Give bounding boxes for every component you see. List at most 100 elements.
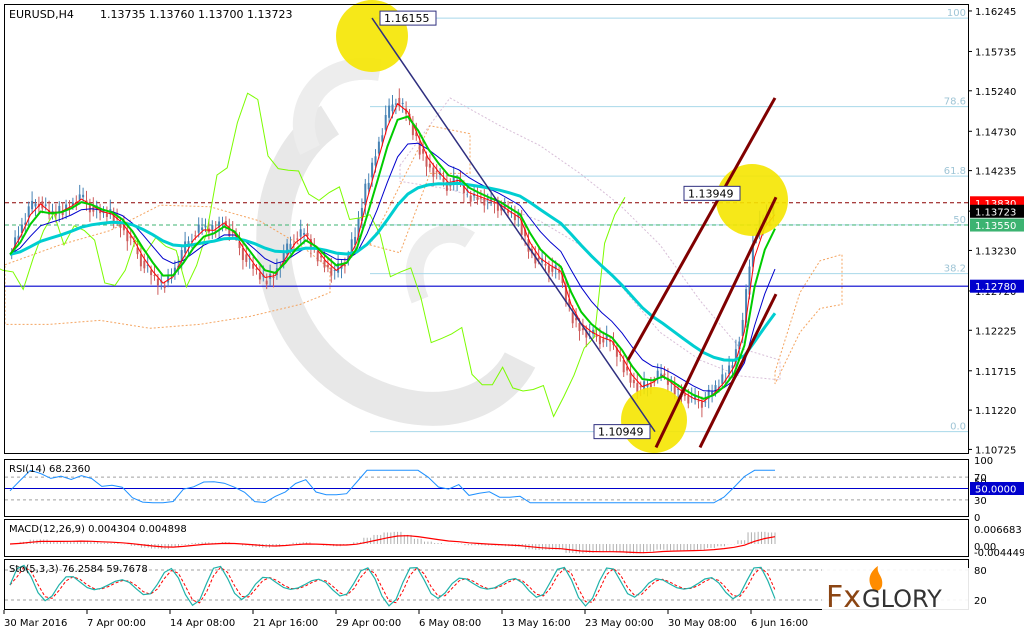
time-tick-label: 6 May 08:00 <box>419 618 481 629</box>
candle-body <box>513 215 516 221</box>
chart-symbol: EURUSD,H4 <box>9 8 74 21</box>
time-tick-label: 6 Jun 16:00 <box>751 618 808 629</box>
candle-body <box>598 337 601 345</box>
candle-body <box>697 400 700 402</box>
macd-label: MACD(12,26,9) 0.004304 0.004898 <box>9 524 187 535</box>
annotation-price: 1.10949 <box>598 426 644 439</box>
candle-body <box>54 213 57 216</box>
price-tick-label: 1.12225 <box>975 326 1016 337</box>
candle-body <box>34 203 37 207</box>
fxglory-logo: Fx GLORY <box>822 566 970 615</box>
time-tick-label: 30 Mar 2016 <box>4 618 67 629</box>
logo-glory-text: GLORY <box>862 585 942 613</box>
candle-body <box>326 264 329 268</box>
candle-body <box>323 260 326 268</box>
fib-level-label: 50 <box>953 215 966 226</box>
candle-body <box>435 171 438 173</box>
rsi-tick-label: 100 <box>974 456 993 467</box>
sto-tick-label: 20 <box>974 596 987 607</box>
candle-body <box>544 263 547 266</box>
macd-tick-label: -0.004449 <box>974 548 1024 559</box>
candle-body <box>649 384 652 388</box>
price-tick-label: 1.13230 <box>975 246 1016 257</box>
candle-body <box>265 280 268 285</box>
candle-body <box>391 104 394 112</box>
fib-level-label: 78.6 <box>944 97 966 108</box>
candle-body <box>44 204 47 206</box>
candle-body <box>547 265 550 273</box>
fib-level-label: 61.8 <box>944 166 966 177</box>
price-tick-label: 1.15735 <box>975 47 1016 58</box>
sto-label: Sto(5,3,3) 76.2584 59.7678 <box>9 564 148 575</box>
candle-body <box>371 162 374 178</box>
candle-body <box>204 225 207 228</box>
candle-body <box>31 200 34 210</box>
chart-ohlc: 1.13735 1.13760 1.13700 1.13723 <box>100 8 292 21</box>
price-tag-label: 1.12780 <box>975 282 1016 293</box>
candle-body <box>241 248 244 260</box>
candle-body <box>82 194 85 198</box>
candle-body <box>156 278 159 286</box>
candle-body <box>126 230 129 242</box>
time-tick-label: 30 May 08:00 <box>668 618 737 629</box>
eurusd-chart: 100 78.6 61.8 50 38.2 0.0 1.16155 1.13949 1.109… <box>0 0 1024 636</box>
candle-body <box>629 373 632 383</box>
time-tick-label: 23 May 00:00 <box>585 618 654 629</box>
candle-body <box>704 401 707 403</box>
candle-body <box>163 286 166 289</box>
price-tick-label: 1.15240 <box>975 87 1016 98</box>
price-tick-label: 1.16245 <box>975 7 1016 18</box>
rsi-tag-label: 50.0000 <box>975 485 1016 496</box>
sto-tick-label: 80 <box>974 566 987 577</box>
candle-body <box>636 383 639 392</box>
chart-background <box>0 0 1024 636</box>
candle-body <box>578 322 581 332</box>
candle-body <box>377 141 380 154</box>
candle-body <box>571 312 574 324</box>
logo-fx-text: Fx <box>826 580 861 615</box>
candle-body <box>602 338 605 343</box>
time-tick-label: 21 Apr 16:00 <box>253 618 318 629</box>
candle-body <box>201 227 204 231</box>
candle-body <box>384 115 387 130</box>
candle-body <box>105 213 108 217</box>
candle-body <box>469 195 472 202</box>
candle-body <box>422 149 425 154</box>
candle-body <box>687 396 690 404</box>
candle-body <box>595 335 598 338</box>
candle-body <box>442 178 445 182</box>
candle-body <box>425 156 428 167</box>
candle-body <box>551 267 554 272</box>
candle-body <box>639 386 642 388</box>
annotation-price: 1.16155 <box>384 12 430 25</box>
candle-body <box>153 275 156 277</box>
candle-body <box>367 182 370 190</box>
candle-body <box>483 198 486 206</box>
price-tick-label: 1.10725 <box>975 445 1016 456</box>
candle-body <box>449 185 452 187</box>
time-tick-label: 29 Apr 00:00 <box>336 618 401 629</box>
candle-body <box>78 194 81 200</box>
candle-body <box>296 238 299 240</box>
candle-body <box>388 105 391 118</box>
macd-tick-label: 0.006683 <box>974 525 1022 536</box>
candle-body <box>401 102 404 104</box>
rsi-tick-label: 30 <box>974 496 987 507</box>
candle-body <box>432 167 435 177</box>
candle-body <box>374 156 377 166</box>
price-tick-label: 1.14235 <box>975 167 1016 178</box>
candle-body <box>394 103 397 105</box>
candle-body <box>252 263 255 269</box>
candle-body <box>496 203 499 211</box>
candle-body <box>211 225 214 230</box>
candle-body <box>289 243 292 250</box>
candle-body <box>632 379 635 384</box>
annotation-price: 1.13949 <box>688 187 734 200</box>
candle-body <box>197 224 200 233</box>
fib-level-label: 38.2 <box>944 264 966 275</box>
candle-body <box>700 401 703 408</box>
candle-body <box>622 360 625 373</box>
candle-body <box>316 251 319 262</box>
time-tick-label: 14 Apr 08:00 <box>170 618 235 629</box>
candle-body <box>299 229 302 237</box>
